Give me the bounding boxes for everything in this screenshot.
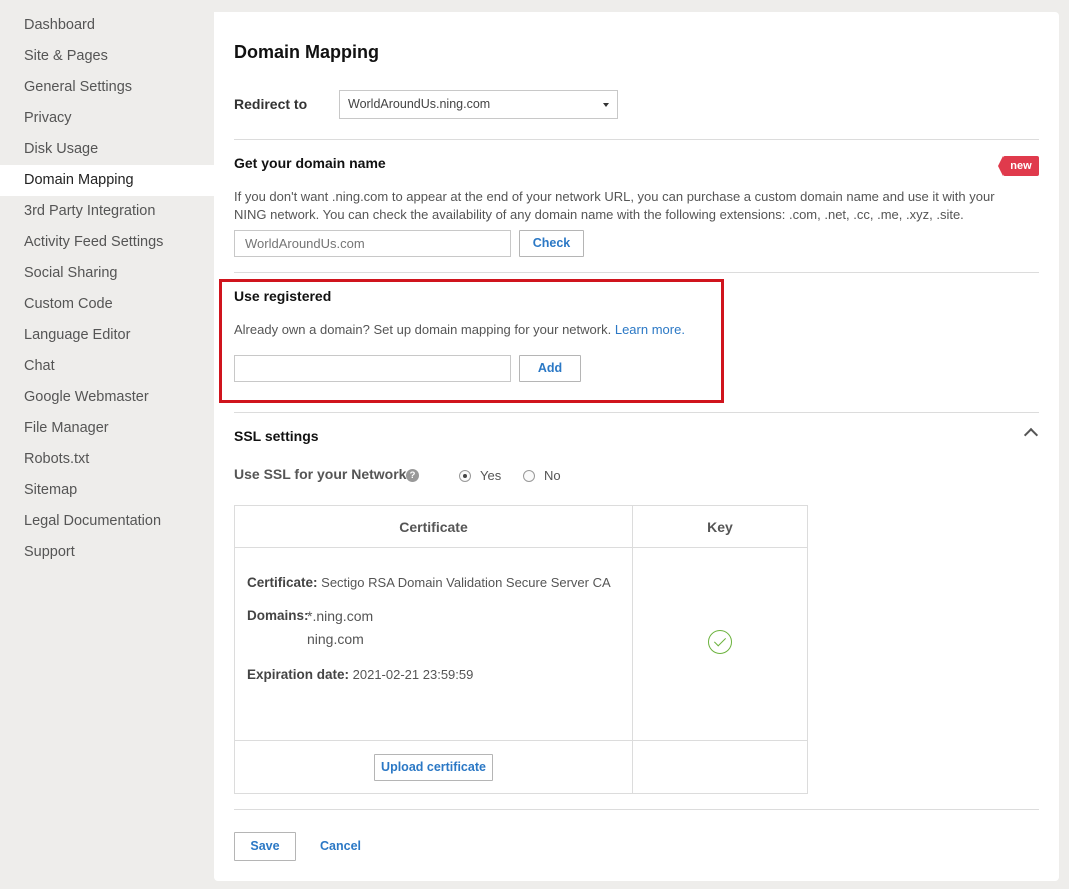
- use-registered-title: Use registered: [234, 288, 332, 304]
- caret-down-icon: [603, 103, 609, 107]
- table-header-divider: [235, 547, 807, 548]
- page-title: Domain Mapping: [234, 42, 379, 62]
- sidebar-item-disk-usage[interactable]: Disk Usage: [0, 134, 214, 165]
- sidebar-item-custom-code[interactable]: Custom Code: [0, 289, 214, 320]
- sidebar-item-dashboard[interactable]: Dashboard: [0, 10, 214, 41]
- ssl-settings-title: SSL settings: [234, 428, 319, 444]
- sidebar-item-social-sharing[interactable]: Social Sharing: [0, 258, 214, 289]
- divider: [234, 139, 1039, 140]
- main-panel: Domain Mapping Redirect to WorldAroundUs…: [214, 12, 1059, 881]
- sidebar-item-legal-documentation[interactable]: Legal Documentation: [0, 506, 214, 537]
- divider: [234, 272, 1039, 273]
- sidebar-item-privacy[interactable]: Privacy: [0, 103, 214, 134]
- sidebar-item-chat[interactable]: Chat: [0, 351, 214, 382]
- sidebar-item-support[interactable]: Support: [0, 537, 214, 568]
- sidebar-item-sitemap[interactable]: Sitemap: [0, 475, 214, 506]
- sidebar-item-domain-mapping[interactable]: Domain Mapping: [0, 165, 214, 196]
- ssl-yes-label[interactable]: Yes: [480, 468, 501, 483]
- divider: [234, 412, 1039, 413]
- domain-search-input[interactable]: [234, 230, 511, 257]
- domains-row: Domains:: [247, 608, 309, 623]
- save-button[interactable]: Save: [234, 832, 296, 861]
- cancel-link[interactable]: Cancel: [320, 839, 361, 853]
- certificate-table: Certificate Key Certificate: Sectigo RSA…: [234, 505, 808, 794]
- divider: [234, 809, 1039, 810]
- ssl-yes-radio[interactable]: [459, 470, 471, 482]
- table-footer-divider: [235, 740, 807, 741]
- chevron-up-icon[interactable]: [1023, 427, 1039, 443]
- expiration-row: Expiration date: 2021-02-21 23:59:59: [247, 667, 473, 682]
- check-circle-icon: [708, 630, 732, 654]
- get-domain-description-line-2: NING network. You can check the availabi…: [234, 207, 964, 222]
- sidebar-item-3rd-party-integration[interactable]: 3rd Party Integration: [0, 196, 214, 227]
- redirect-label: Redirect to: [234, 96, 308, 112]
- sidebar-nav: Dashboard Site & Pages General Settings …: [0, 10, 214, 568]
- registered-domain-input[interactable]: [234, 355, 511, 382]
- use-registered-description-text: Already own a domain? Set up domain mapp…: [234, 322, 612, 337]
- sidebar-item-site-pages[interactable]: Site & Pages: [0, 41, 214, 72]
- check-button[interactable]: Check: [519, 230, 584, 257]
- table-column-divider: [632, 506, 633, 793]
- sidebar-item-robots-txt[interactable]: Robots.txt: [0, 444, 214, 475]
- use-ssl-label: Use SSL for your Network: [234, 466, 407, 482]
- domains-label: Domains:: [247, 608, 309, 623]
- add-button[interactable]: Add: [519, 355, 581, 382]
- sidebar-item-google-webmaster[interactable]: Google Webmaster: [0, 382, 214, 413]
- domain-value: *.ning.com: [307, 608, 374, 624]
- sidebar-item-general-settings[interactable]: General Settings: [0, 72, 214, 103]
- ssl-no-label[interactable]: No: [544, 468, 561, 483]
- help-icon[interactable]: ?: [406, 469, 419, 482]
- get-domain-description: If you don't want .ning.com to appear at…: [234, 188, 1044, 224]
- certificate-value: Sectigo RSA Domain Validation Secure Ser…: [321, 575, 611, 590]
- redirect-select[interactable]: WorldAroundUs.ning.com: [339, 90, 618, 119]
- get-domain-description-line-1: If you don't want .ning.com to appear at…: [234, 189, 995, 204]
- sidebar-item-file-manager[interactable]: File Manager: [0, 413, 214, 444]
- sidebar-item-language-editor[interactable]: Language Editor: [0, 320, 214, 351]
- certificate-label: Certificate:: [247, 575, 318, 590]
- learn-more-link[interactable]: Learn more.: [615, 322, 685, 337]
- upload-certificate-button[interactable]: Upload certificate: [374, 754, 493, 781]
- sidebar-item-activity-feed-settings[interactable]: Activity Feed Settings: [0, 227, 214, 258]
- ssl-no-radio[interactable]: [523, 470, 535, 482]
- new-badge: new: [998, 156, 1039, 176]
- redirect-select-value: WorldAroundUs.ning.com: [348, 97, 491, 111]
- use-registered-description: Already own a domain? Set up domain mapp…: [234, 321, 1044, 339]
- get-domain-title: Get your domain name: [234, 155, 386, 171]
- expiration-label: Expiration date:: [247, 667, 350, 682]
- key-column-header: Key: [707, 519, 733, 535]
- certificate-column-header: Certificate: [399, 519, 468, 535]
- domain-value: ning.com: [307, 631, 364, 647]
- certificate-row: Certificate: Sectigo RSA Domain Validati…: [247, 575, 611, 590]
- expiration-value: 2021-02-21 23:59:59: [352, 667, 474, 682]
